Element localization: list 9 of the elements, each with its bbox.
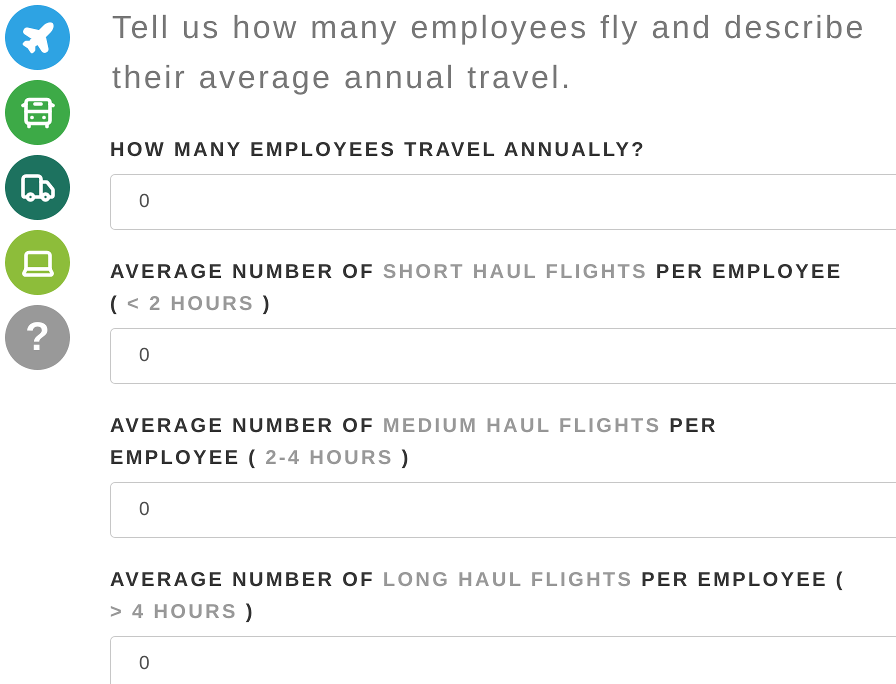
input-field[interactable]: 0 <box>110 482 896 538</box>
field-label: AVERAGE NUMBER OF MEDIUM HAUL FLIGHTS PER EMPLOYEE ( 2-4 HOURS ) <box>110 414 719 471</box>
field-label: AVERAGE NUMBER OF SHORT HAUL FLIGHTS PER EMPLOYEE ( < 2 HOURS ) <box>110 260 844 317</box>
field-label: AVERAGE NUMBER OF LONG HAUL FLIGHTS PER EMPLOYEE ( > 4 HOURS ) <box>110 568 846 625</box>
intro-text: Tell us how many employees fly and describe their average annual travel. <box>112 8 867 97</box>
field-label: HOW MANY EMPLOYEES TRAVEL ANNUALLY? <box>110 138 647 163</box>
input-field[interactable]: 0 <box>110 636 896 684</box>
input-field[interactable]: 0 <box>110 328 896 384</box>
input-field[interactable]: 0 <box>110 174 896 230</box>
